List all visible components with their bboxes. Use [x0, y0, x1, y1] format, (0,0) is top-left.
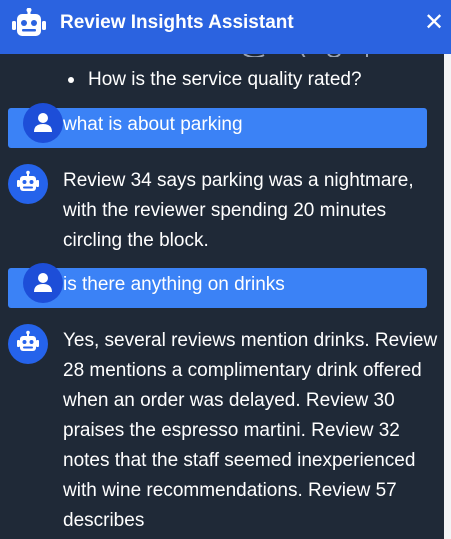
assistant-avatar	[8, 324, 48, 364]
scrollbar[interactable]	[444, 54, 451, 539]
bullet-text: How is the service quality rated?	[88, 69, 362, 90]
robot-icon	[12, 8, 46, 36]
chat-title: Review Insights Assistant	[60, 12, 294, 33]
user-message: is there anything on drinks	[8, 263, 427, 308]
assistant-message-text: Review 34 says parking was a nightmare, …	[63, 170, 414, 251]
robot-icon	[17, 330, 39, 351]
user-avatar	[23, 103, 63, 143]
clipped-text-fragment	[242, 54, 392, 57]
assistant-message-text: Yes, several reviews mention drinks. Rev…	[63, 330, 438, 531]
chat-header: Review Insights Assistant ✕	[0, 0, 451, 54]
user-icon	[34, 273, 52, 292]
close-icon[interactable]: ✕	[424, 9, 444, 36]
user-message-text: is there anything on drinks	[63, 274, 285, 295]
close-button[interactable]: ✕	[423, 10, 445, 36]
user-message-text: what is about parking	[63, 114, 243, 135]
user-message: what is about parking	[8, 103, 427, 148]
assistant-avatar	[8, 164, 48, 204]
user-avatar	[23, 263, 63, 303]
chat-messages[interactable]: How is the service quality rated? what i…	[0, 54, 444, 539]
user-icon	[34, 113, 52, 132]
robot-icon	[17, 170, 39, 191]
bullet-dot	[68, 77, 74, 83]
